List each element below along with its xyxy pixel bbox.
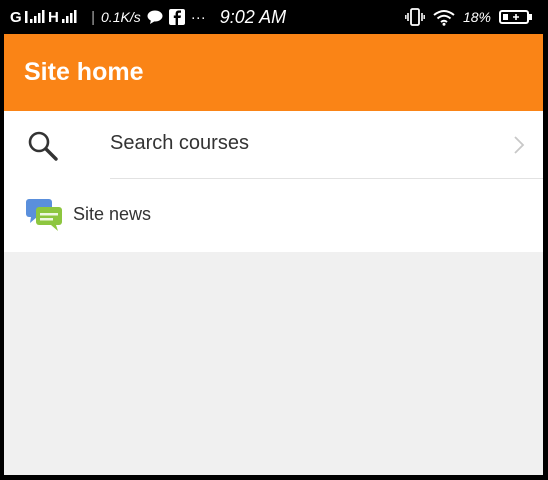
phone-screen: G H | 0.1K/s ··· 9:02 AM 18% Site home S…	[0, 0, 548, 480]
site-news-row[interactable]: Site news	[4, 179, 543, 252]
search-courses-label: Search courses	[110, 132, 249, 154]
status-left: G H | 0.1K/s ··· 9:02 AM	[4, 7, 286, 28]
carrier-2-label: H	[47, 8, 60, 26]
search-icon	[28, 131, 58, 161]
chat-bubble-icon	[147, 10, 163, 24]
app-bar: Site home	[4, 34, 543, 111]
battery-icon	[499, 10, 532, 24]
facebook-icon	[168, 9, 185, 25]
network-speed: 0.1K/s	[101, 9, 141, 25]
battery-percent: 18%	[462, 9, 491, 25]
search-courses-row[interactable]: Search courses	[4, 111, 543, 179]
vibrate-icon	[405, 8, 425, 26]
status-time: 9:02 AM	[219, 6, 287, 27]
more-dots-icon: ···	[190, 8, 206, 26]
page-title: Site home	[24, 58, 144, 86]
status-bar: G H | 0.1K/s ··· 9:02 AM 18%	[4, 0, 543, 34]
site-news-label: Site news	[73, 204, 152, 224]
status-right: 18%	[405, 0, 533, 34]
chevron-right-icon	[514, 136, 525, 154]
carrier-1-label: G	[10, 8, 22, 26]
signal-1-icon	[24, 10, 45, 23]
site-home-list: Search courses Site news	[4, 111, 543, 252]
signal-2-icon	[62, 10, 77, 23]
news-chat-icon	[26, 199, 62, 231]
status-separator: |	[91, 8, 96, 26]
content-area	[4, 252, 543, 475]
wifi-icon	[433, 9, 455, 26]
